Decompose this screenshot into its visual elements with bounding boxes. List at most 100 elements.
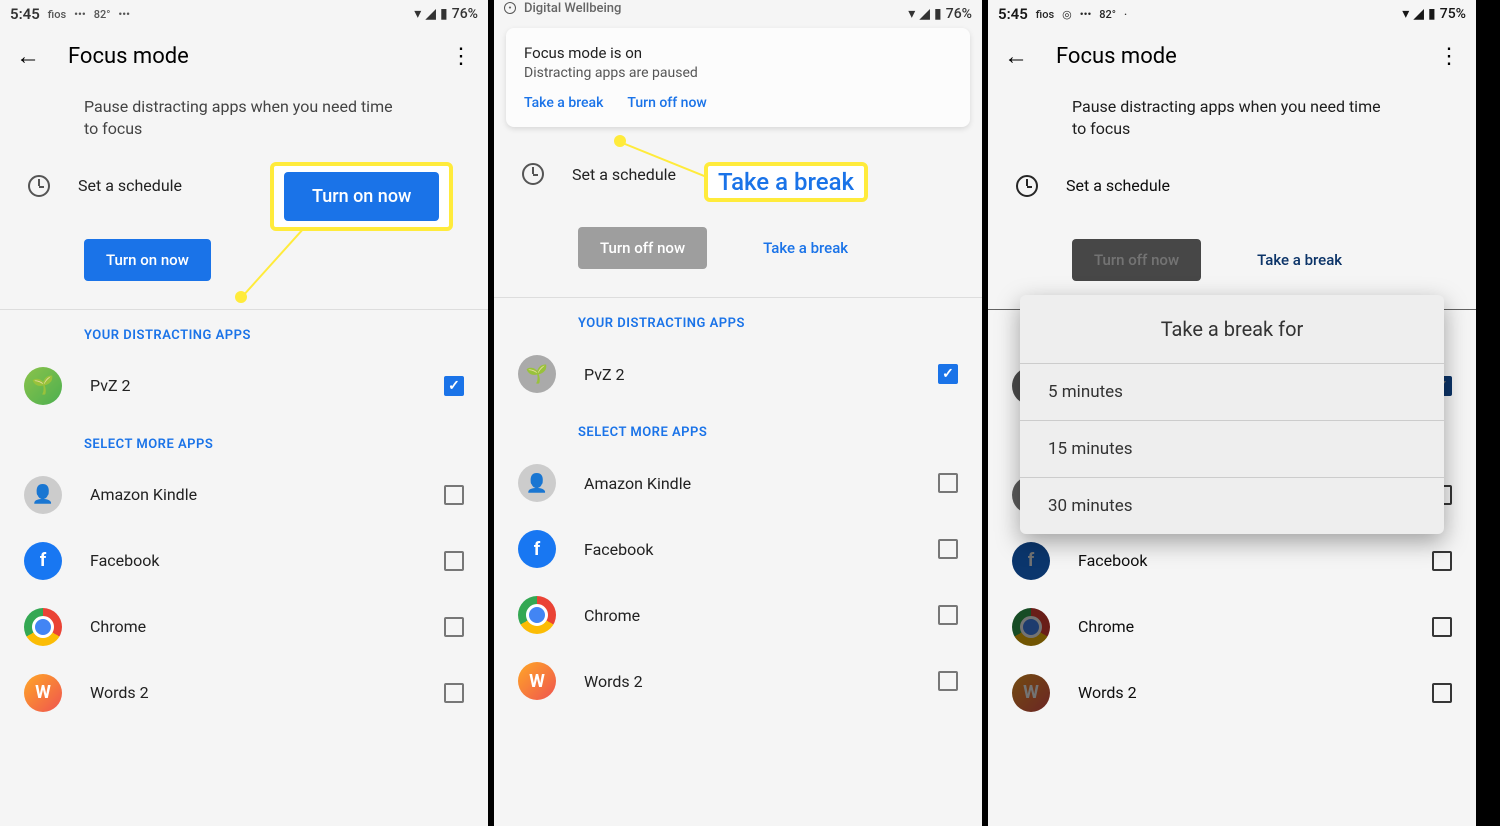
checkbox[interactable] [444,683,464,703]
checkbox[interactable] [938,671,958,691]
app-row-kindle[interactable]: 👤 Amazon Kindle [0,462,488,528]
battery-icon: ▮ [440,6,448,22]
dialog-title: Take a break for [1020,295,1444,364]
app-name: PvZ 2 [90,376,416,395]
callout-turn-on: Turn on now [270,162,453,231]
clock-icon [1016,175,1038,197]
checkbox[interactable] [938,473,958,493]
app-name: Amazon Kindle [584,474,910,493]
app-row-facebook[interactable]: f Facebook [494,516,982,582]
wellbeing-icon [504,2,516,14]
take-break-button[interactable]: Take a break [755,227,856,269]
wellbeing-status-icon: ◎ [1062,8,1072,21]
turn-off-button[interactable]: Turn off now [578,227,707,269]
checkbox[interactable] [938,539,958,559]
battery-icon: ▮ [934,6,942,22]
clock-icon [522,163,544,185]
notif-take-break-action[interactable]: Take a break [524,95,603,111]
chrome-icon [518,596,556,634]
pvz-icon-disabled: 🌱 [518,355,556,393]
pvz-icon: 🌱 [24,367,62,405]
status-bar: 5:45 fios ••• 82° ••• ▾ ◢ ▮ 76% [0,0,488,28]
app-row-kindle[interactable]: 👤 Amazon Kindle [494,450,982,516]
app-row-pvz[interactable]: 🌱 PvZ 2 [494,341,982,407]
app-row-words: W Words 2 [988,660,1476,726]
app-header: ← Focus mode ⋮ [988,28,1476,84]
status-dots-icon: ••• [1080,8,1092,21]
notif-turn-off-action[interactable]: Turn off now [627,95,706,111]
words-icon: W [518,662,556,700]
back-icon[interactable]: ← [1004,42,1028,71]
phone-3: 5:45 fios ◎ ••• 82° · ▾ ◢ ▮ 75% ← Focus … [988,0,1482,826]
status-temp: 82° [1099,8,1116,21]
app-row-chrome[interactable]: Chrome [0,594,488,660]
checkbox[interactable] [444,485,464,505]
status-dots-icon: ••• [118,8,130,21]
app-row-chrome: Chrome [988,594,1476,660]
status-dot-icon: · [1124,8,1127,21]
select-more-label: SELECT MORE APPS [0,419,488,462]
status-bar: Digital Wellbeing ▾ ◢ ▮ 76% [494,0,982,28]
facebook-icon: f [1012,542,1050,580]
callout-take-break: Take a break [704,162,868,202]
status-bar: 5:45 fios ◎ ••• 82° · ▾ ◢ ▮ 75% [988,0,1476,28]
dialog-option-5min[interactable]: 5 minutes [1020,364,1444,421]
phone-1: 5:45 fios ••• 82° ••• ▾ ◢ ▮ 76% ← Focus … [0,0,494,826]
take-break-button: Take a break [1249,239,1350,281]
app-name: Words 2 [90,683,416,702]
signal-icon: ◢ [1413,6,1424,22]
app-row-chrome[interactable]: Chrome [494,582,982,648]
schedule-label: Set a schedule [1066,176,1170,195]
app-row-facebook[interactable]: f Facebook [0,528,488,594]
app-name: Facebook [90,551,416,570]
schedule-label: Set a schedule [572,165,676,184]
checkbox [1432,617,1452,637]
app-row-words[interactable]: W Words 2 [494,648,982,714]
app-row-pvz[interactable]: 🌱 PvZ 2 [0,353,488,419]
app-name: Amazon Kindle [90,485,416,504]
app-name: PvZ 2 [584,365,910,384]
callout-turn-on-button: Turn on now [284,172,439,221]
checkbox[interactable] [444,617,464,637]
battery-pct: 75% [1440,6,1466,22]
checkbox-checked[interactable] [444,376,464,396]
page-subtitle: Pause distracting apps when you need tim… [988,84,1476,161]
kindle-icon: 👤 [24,476,62,514]
page-subtitle: Pause distracting apps when you need tim… [0,84,488,161]
carrier-label: fios [1036,8,1054,21]
app-row-facebook: f Facebook [988,528,1476,594]
overflow-menu-icon[interactable]: ⋮ [450,44,472,69]
turn-off-button: Turn off now [1072,239,1201,281]
notification-card[interactable]: Focus mode is on Distracting apps are pa… [506,28,970,127]
schedule-label: Set a schedule [78,176,182,195]
status-time: 5:45 [998,5,1028,23]
distracting-apps-label: YOUR DISTRACTING APPS [494,298,982,341]
app-row-words[interactable]: W Words 2 [0,660,488,726]
signal-icon: ◢ [425,6,436,22]
overflow-menu-icon[interactable]: ⋮ [1438,44,1460,69]
checkbox[interactable] [938,605,958,625]
app-name: Chrome [584,606,910,625]
battery-pct: 76% [452,6,478,22]
signal-icon: ◢ [919,6,930,22]
notif-title: Focus mode is on [524,44,952,62]
wifi-icon: ▾ [1402,6,1409,22]
dialog-option-30min[interactable]: 30 minutes [1020,478,1444,534]
app-name: Words 2 [1078,683,1404,702]
turn-on-button[interactable]: Turn on now [84,239,211,281]
facebook-icon: f [518,530,556,568]
take-break-dialog: Take a break for 5 minutes 15 minutes 30… [1020,295,1444,534]
chrome-icon [24,608,62,646]
checkbox-checked[interactable] [938,364,958,384]
phone-2: Digital Wellbeing ▾ ◢ ▮ 76% Focus mode i… [494,0,988,826]
dialog-option-15min[interactable]: 15 minutes [1020,421,1444,478]
status-time: 5:45 [10,5,40,23]
checkbox[interactable] [444,551,464,571]
words-icon: W [24,674,62,712]
back-icon[interactable]: ← [16,42,40,71]
battery-icon: ▮ [1428,6,1436,22]
distracting-apps-label: YOUR DISTRACTING APPS [0,310,488,353]
schedule-row: Set a schedule [988,161,1476,211]
clock-icon [28,175,50,197]
notif-app-indicator: Digital Wellbeing [504,1,621,16]
